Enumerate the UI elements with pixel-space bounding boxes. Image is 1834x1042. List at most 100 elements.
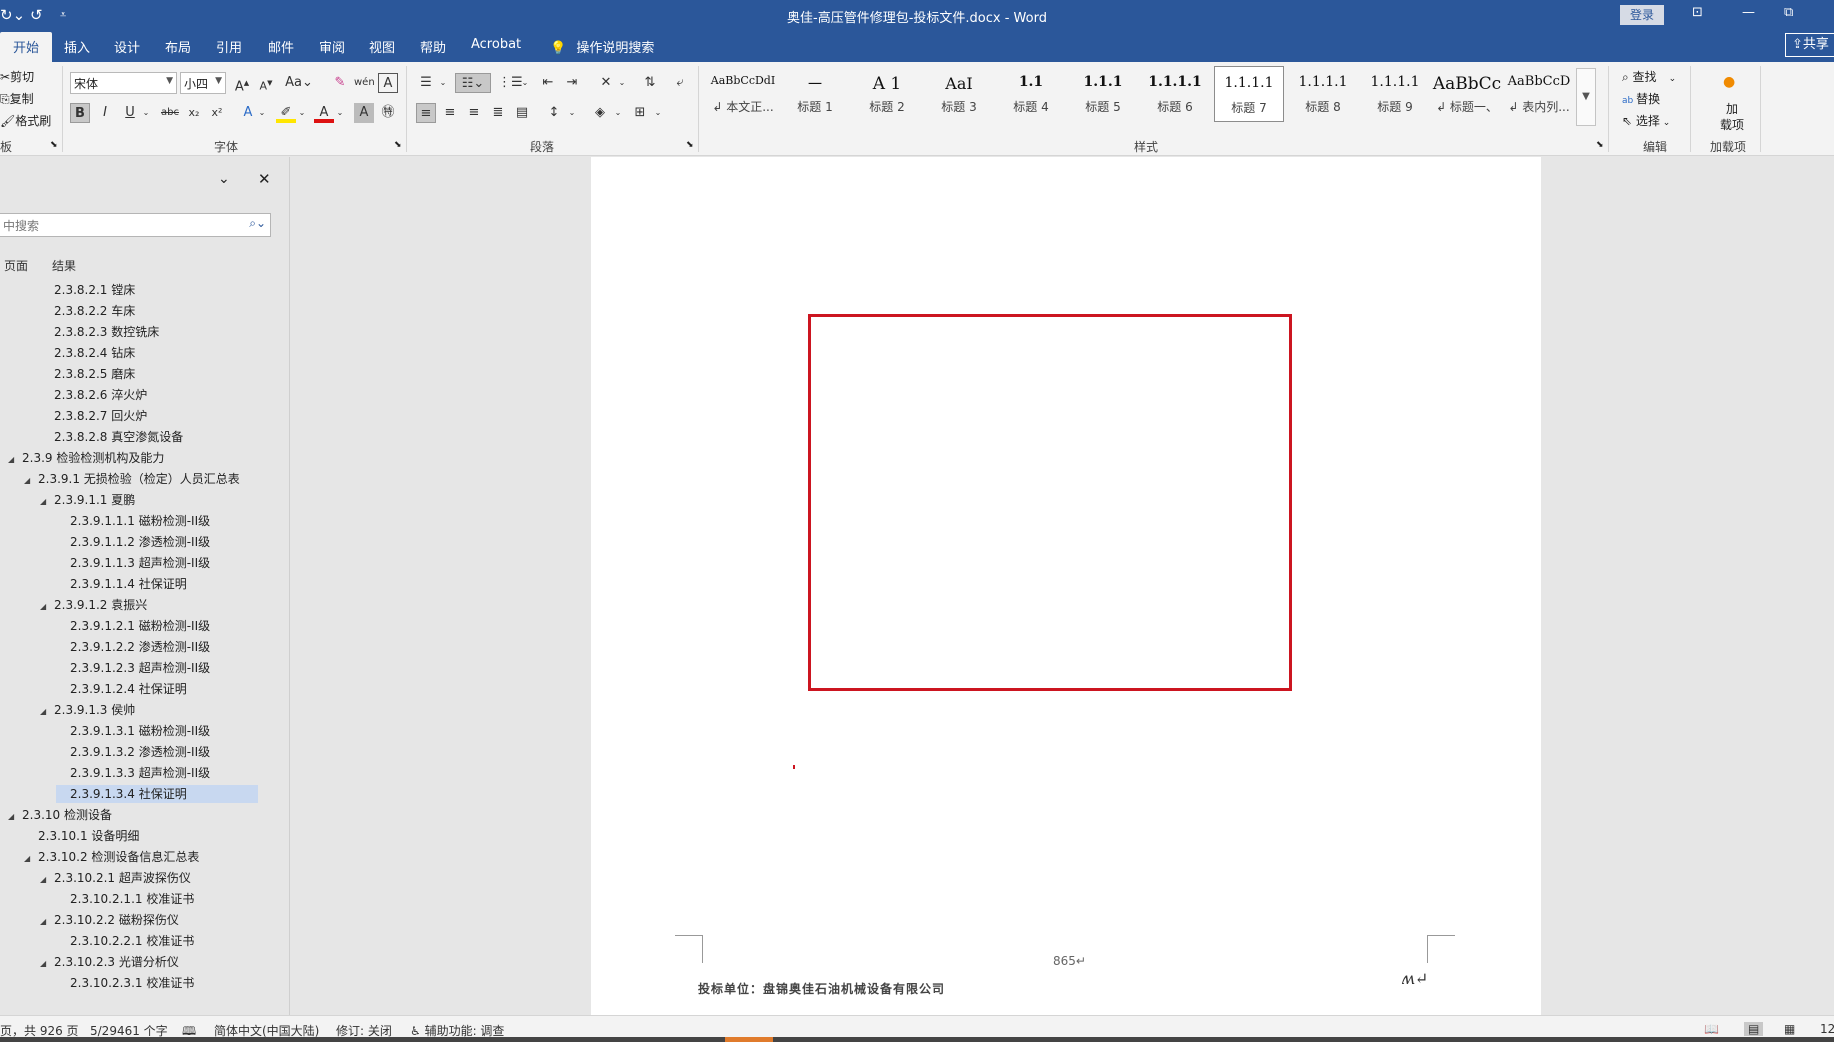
- style-tile[interactable]: 1.1 标题 4: [996, 66, 1066, 122]
- expand-collapse-icon[interactable]: ◢: [40, 913, 54, 931]
- style-tile[interactable]: 1.1.1.1 标题 9: [1360, 66, 1430, 122]
- style-tile[interactable]: AaI 标题 3: [924, 66, 994, 122]
- nav-heading[interactable]: 2.3.9.1.1.4 社保证明: [56, 575, 187, 593]
- find-button[interactable]: ⌕ 查找 ⌄: [1622, 68, 1676, 85]
- clear-formatting-icon[interactable]: ✎: [330, 73, 350, 93]
- nav-heading[interactable]: ◢ 2.3.9.1.2 袁振兴: [40, 596, 147, 614]
- ribbon-display-options-icon[interactable]: ⊡: [1692, 5, 1703, 20]
- line-spacing-dropdown-icon[interactable]: ⌄: [562, 103, 582, 123]
- expand-collapse-icon[interactable]: ◢: [8, 451, 22, 469]
- change-case-button[interactable]: Aa⌄: [284, 73, 314, 93]
- nav-heading[interactable]: 2.3.9.1.2.4 社保证明: [56, 680, 187, 698]
- nav-heading[interactable]: 2.3.8.2.3 数控铣床: [40, 323, 159, 341]
- nav-tab-pages[interactable]: 页面: [4, 257, 28, 274]
- tab-home[interactable]: 开始: [0, 32, 53, 63]
- chevron-down-icon[interactable]: ⌄: [218, 171, 230, 187]
- shrink-font-icon[interactable]: A▼: [256, 73, 276, 93]
- web-layout-icon[interactable]: ▦: [1784, 1022, 1795, 1036]
- restore-icon[interactable]: ⧉: [1784, 5, 1793, 20]
- style-tile[interactable]: A 1 标题 2: [852, 66, 922, 122]
- expand-collapse-icon[interactable]: ◢: [40, 598, 54, 616]
- superscript-icon[interactable]: x²: [207, 103, 227, 123]
- expand-collapse-icon[interactable]: ◢: [24, 472, 38, 490]
- subscript-icon[interactable]: x₂: [184, 103, 204, 123]
- minimize-icon[interactable]: —: [1742, 5, 1755, 20]
- nav-heading[interactable]: 2.3.8.2.5 磨床: [40, 365, 135, 383]
- sort-icon[interactable]: ⇅: [640, 73, 660, 93]
- chinese-layout-dropdown-icon[interactable]: ⌄: [612, 73, 632, 93]
- nav-heading[interactable]: 2.3.9.1.3.3 超声检测-II级: [56, 764, 210, 782]
- nav-scrollbar[interactable]: [274, 157, 288, 1015]
- show-formatting-marks-icon[interactable]: ⤶: [670, 73, 690, 93]
- nav-heading[interactable]: 2.3.10.2.3.1 校准证书: [56, 974, 194, 992]
- tab-design[interactable]: 设计: [114, 37, 140, 56]
- expand-collapse-icon[interactable]: ◢: [40, 871, 54, 889]
- grow-font-icon[interactable]: A▲: [232, 73, 252, 94]
- share-button[interactable]: ⇪共享: [1785, 33, 1834, 57]
- search-icon[interactable]: ⌕⌄: [249, 216, 266, 231]
- document-page[interactable]: 865↵ 投标单位：盘锦奥佳石油机械设备有限公司 ʍ↵: [591, 157, 1541, 1015]
- align-center-icon[interactable]: ≡: [440, 103, 460, 123]
- style-tile[interactable]: 1.1.1.1 标题 8: [1288, 66, 1358, 122]
- style-tile[interactable]: AaBbCc ↲ 标题一、: [1432, 66, 1502, 122]
- numbering-icon[interactable]: ☷⌄: [455, 73, 491, 93]
- nav-heading[interactable]: 2.3.9.1.2.2 渗透检测-II级: [56, 638, 210, 656]
- enclose-characters-icon[interactable]: ㊕: [378, 103, 398, 123]
- strikethrough-icon[interactable]: abc: [158, 103, 182, 123]
- nav-heading[interactable]: ◢ 2.3.9.1.3 侯帅: [40, 701, 135, 719]
- nav-heading[interactable]: ◢ 2.3.9 检验检测机构及能力: [8, 449, 164, 467]
- nav-heading[interactable]: 2.3.9.1.1.2 渗透检测-II级: [56, 533, 210, 551]
- highlight-dropdown-icon[interactable]: ⌄: [292, 103, 312, 123]
- borders-icon[interactable]: ⊞: [630, 103, 650, 123]
- tab-view[interactable]: 视图: [369, 37, 395, 56]
- multilevel-list-dropdown-icon[interactable]: ⌄: [515, 73, 535, 93]
- nav-heading[interactable]: ◢ 2.3.9.1 无损检验（检定）人员汇总表: [24, 470, 240, 488]
- expand-collapse-icon[interactable]: ◢: [40, 955, 54, 973]
- underline-dropdown-icon[interactable]: ⌄: [136, 103, 156, 123]
- format-painter-button[interactable]: 🖌格式刷: [0, 112, 51, 129]
- character-shading-icon[interactable]: A: [354, 103, 374, 123]
- style-tile[interactable]: AaBbCcD ↲ 表内列...: [1504, 66, 1574, 122]
- nav-heading[interactable]: ◢ 2.3.10.2.3 光谱分析仪: [40, 953, 179, 971]
- style-tile-selected[interactable]: 1.1.1.1 标题 7: [1214, 66, 1284, 122]
- read-mode-icon[interactable]: 📖: [1704, 1022, 1719, 1036]
- nav-heading[interactable]: 2.3.8.2.2 车床: [40, 302, 135, 320]
- nav-heading[interactable]: ◢ 2.3.10.2.1 超声波探伤仪: [40, 869, 191, 887]
- tab-layout[interactable]: 布局: [165, 37, 191, 56]
- replace-button[interactable]: ab 替换: [1622, 90, 1660, 107]
- zoom-level[interactable]: 12: [1820, 1022, 1834, 1036]
- paragraph-dialog-launcher[interactable]: ⬊: [686, 140, 694, 150]
- bullets-dropdown-icon[interactable]: ⌄: [433, 73, 453, 93]
- nav-heading[interactable]: 2.3.10.1 设备明细: [24, 827, 139, 845]
- phonetic-guide-icon[interactable]: wén: [354, 73, 375, 93]
- nav-heading[interactable]: 2.3.8.2.6 淬火炉: [40, 386, 147, 404]
- expand-collapse-icon[interactable]: ◢: [40, 493, 54, 511]
- nav-heading[interactable]: ◢ 2.3.10 检测设备: [8, 806, 112, 824]
- distributed-icon[interactable]: ▤: [512, 103, 532, 123]
- font-color-dropdown-icon[interactable]: ⌄: [330, 103, 350, 123]
- shading-icon[interactable]: ◈: [590, 103, 610, 123]
- style-tile[interactable]: 一标题 1: [780, 66, 850, 122]
- increase-indent-icon[interactable]: ⇥: [562, 73, 582, 93]
- expand-collapse-icon[interactable]: ◢: [40, 703, 54, 721]
- nav-heading[interactable]: 2.3.9.1.2.3 超声检测-II级: [56, 659, 210, 677]
- text-effects-dropdown-icon[interactable]: ⌄: [252, 103, 272, 123]
- italic-icon[interactable]: I: [95, 103, 115, 123]
- tab-references[interactable]: 引用: [216, 37, 242, 56]
- borders-dropdown-icon[interactable]: ⌄: [648, 103, 668, 123]
- expand-collapse-icon[interactable]: ◢: [24, 850, 38, 868]
- print-layout-icon[interactable]: ▤: [1744, 1022, 1764, 1036]
- decrease-indent-icon[interactable]: ⇤: [538, 73, 558, 93]
- line-spacing-icon[interactable]: ↕: [544, 103, 564, 123]
- expand-collapse-icon[interactable]: ◢: [8, 808, 22, 826]
- align-right-icon[interactable]: ≡: [464, 103, 484, 123]
- document-canvas[interactable]: 865↵ 投标单位：盘锦奥佳石油机械设备有限公司 ʍ↵: [291, 157, 1834, 1015]
- justify-icon[interactable]: ≣: [488, 103, 508, 123]
- align-left-icon[interactable]: ≡: [416, 103, 436, 123]
- nav-heading[interactable]: 2.3.8.2.8 真空渗氮设备: [40, 428, 183, 446]
- addins-button-line2[interactable]: 载项: [1720, 116, 1744, 133]
- nav-search-input[interactable]: 中搜索 ⌕⌄: [0, 213, 271, 237]
- bold-icon[interactable]: B: [70, 103, 90, 123]
- tab-mailings[interactable]: 邮件: [268, 37, 294, 56]
- nav-heading[interactable]: 2.3.9.1.3.1 磁粉检测-II级: [56, 722, 210, 740]
